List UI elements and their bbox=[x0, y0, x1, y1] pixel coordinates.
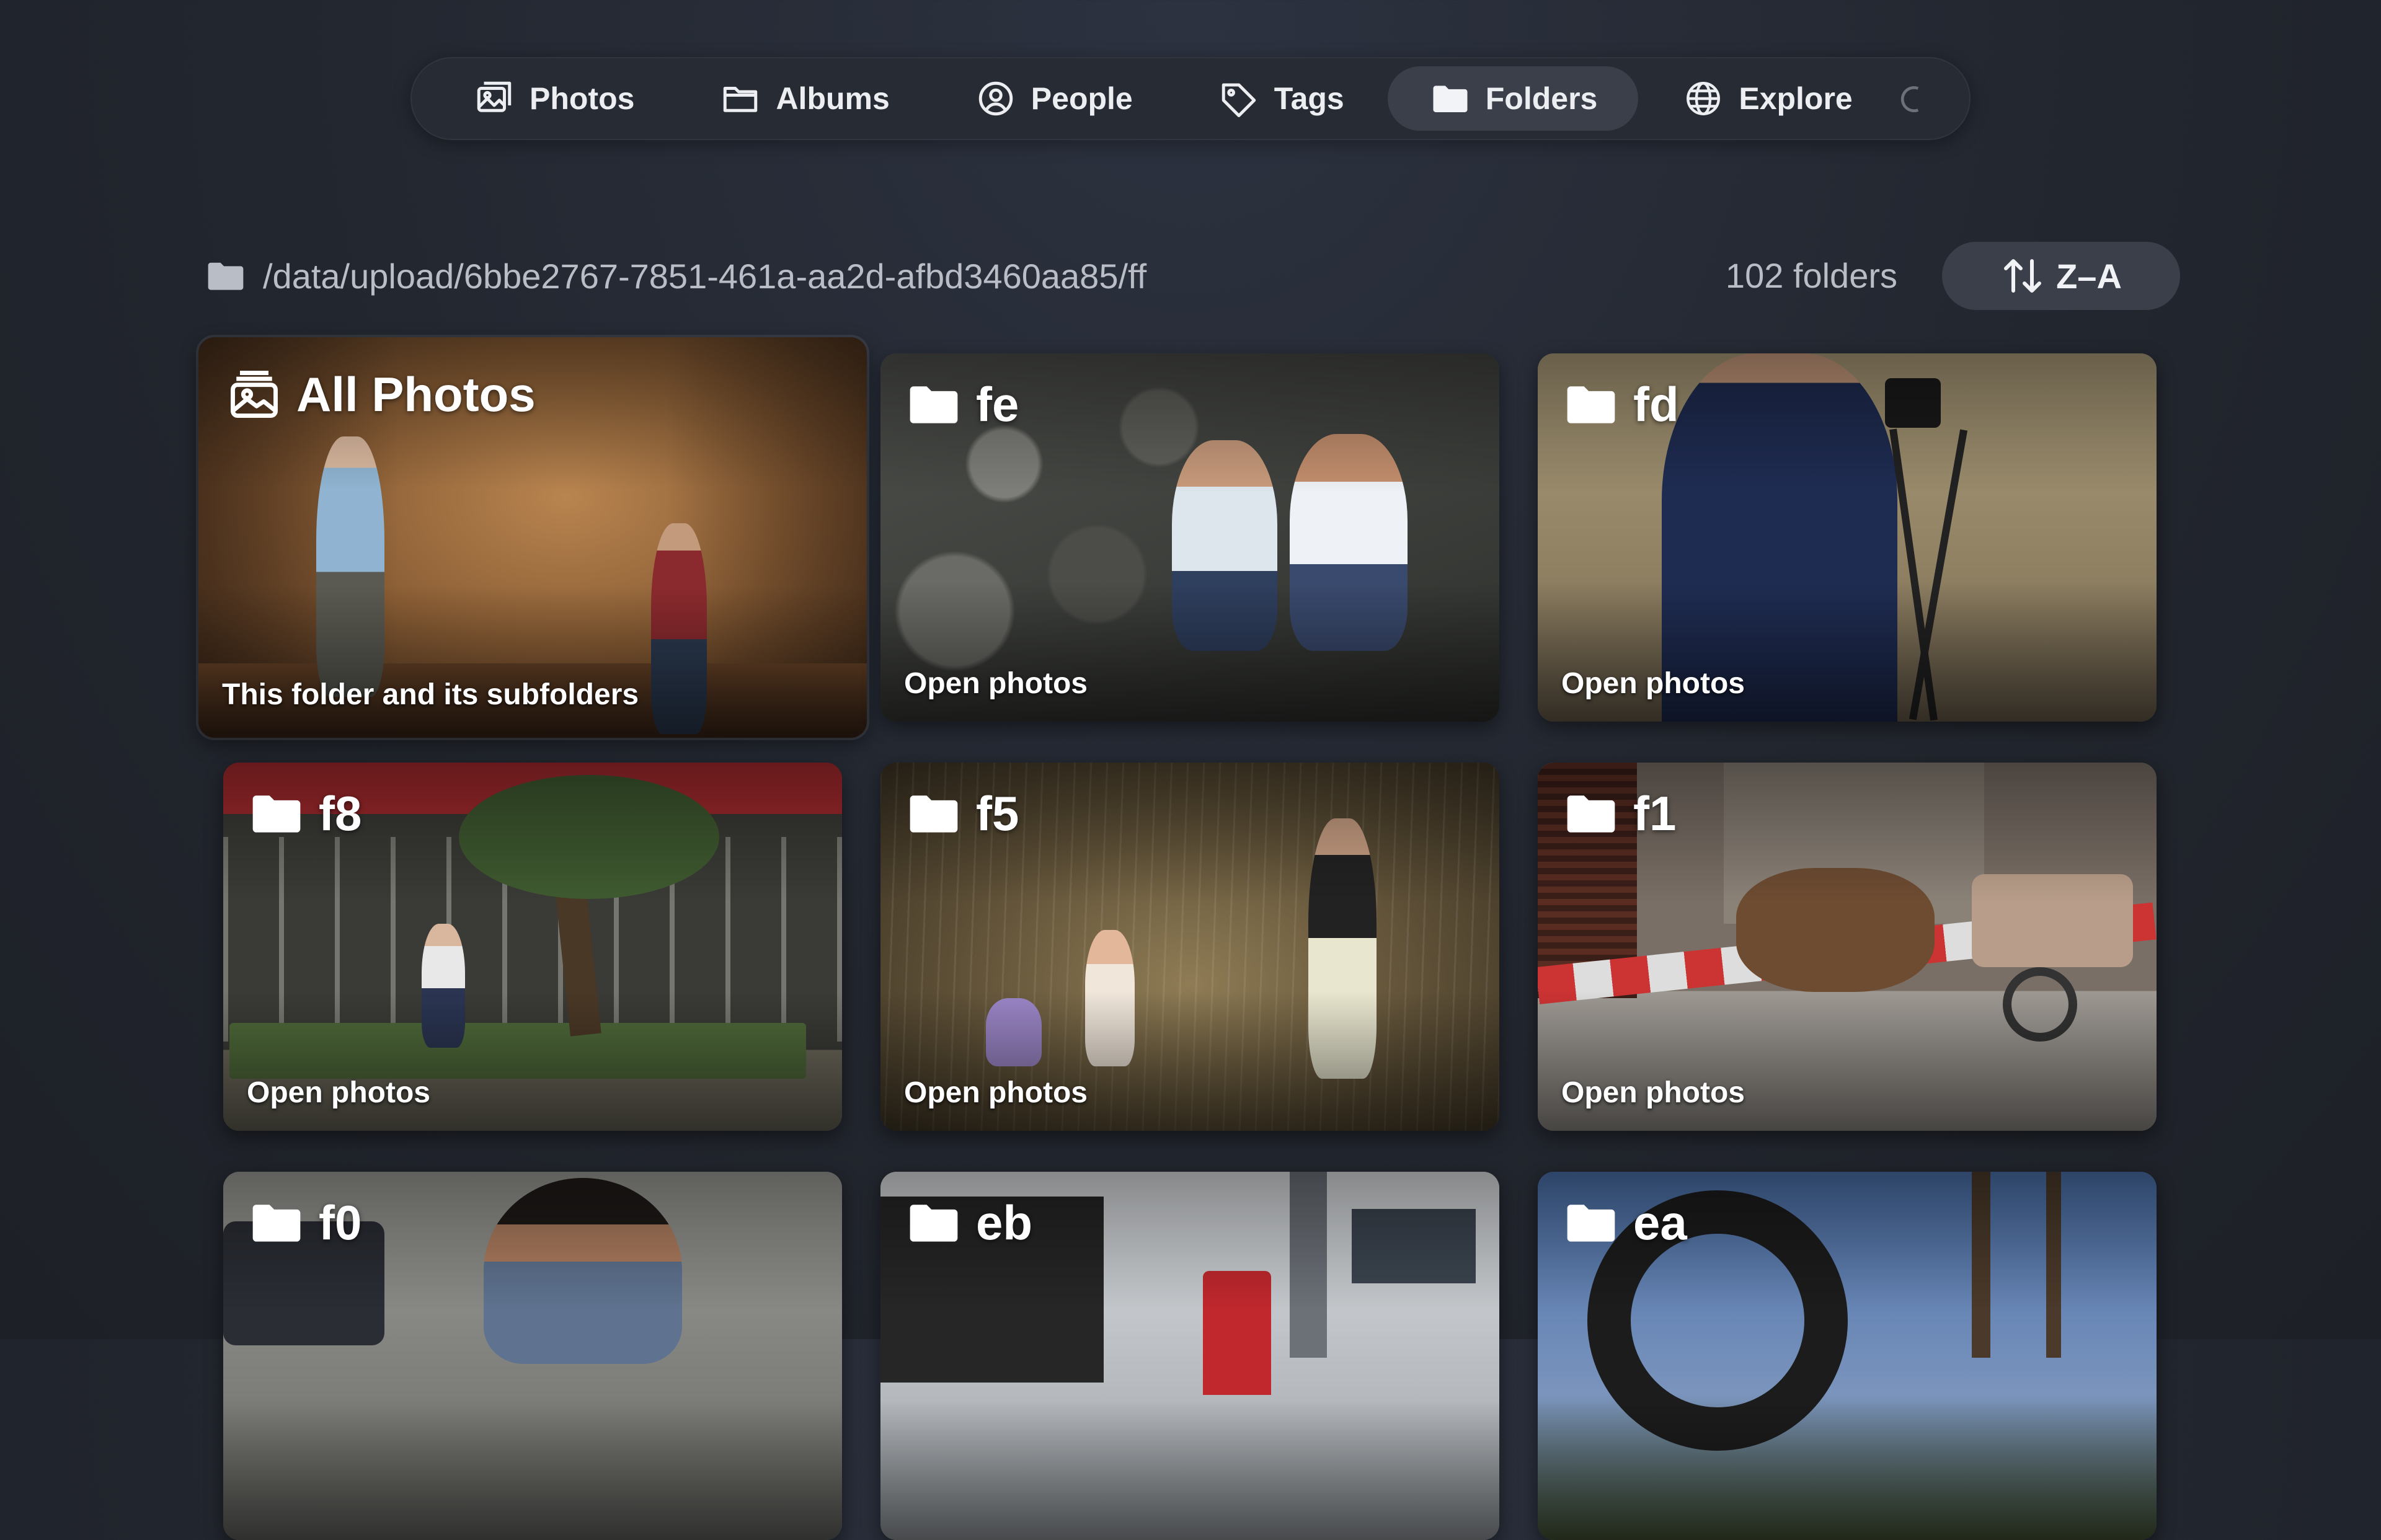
folder-name: eb bbox=[976, 1195, 1033, 1250]
folder-card[interactable]: eb bbox=[880, 1172, 1499, 1540]
open-photos-link[interactable]: Open photos bbox=[247, 1076, 430, 1110]
nav-photos-label: Photos bbox=[530, 81, 635, 116]
folder-count: 102 folders bbox=[1725, 256, 1897, 295]
all-photos-subtitle: This folder and its subfolders bbox=[222, 678, 639, 711]
all-photos-title: All Photos bbox=[226, 366, 536, 423]
folder-icon bbox=[1563, 1194, 1620, 1251]
folder-card[interactable]: fe Open photos bbox=[880, 353, 1499, 722]
folder-title: eb bbox=[905, 1194, 1032, 1251]
photos-icon bbox=[472, 77, 516, 120]
folder-icon bbox=[248, 1194, 305, 1251]
folder-name: fd bbox=[1633, 376, 1679, 431]
folder-name: f0 bbox=[319, 1195, 362, 1250]
photo-stack-icon bbox=[226, 366, 283, 423]
folder-title: fd bbox=[1563, 376, 1679, 433]
nav-explore-label: Explore bbox=[1739, 81, 1853, 116]
folder-card[interactable]: ea bbox=[1538, 1172, 2157, 1540]
all-photos-card[interactable]: All Photos This folder and its subfolder… bbox=[196, 335, 869, 740]
loading-spinner-icon bbox=[1895, 82, 1930, 117]
folder-title: ea bbox=[1563, 1194, 1687, 1251]
globe-icon bbox=[1682, 77, 1725, 120]
folder-name: f5 bbox=[976, 785, 1019, 841]
open-photos-link[interactable]: Open photos bbox=[904, 1076, 1088, 1110]
tag-icon bbox=[1217, 77, 1261, 120]
sort-label: Z–A bbox=[2056, 256, 2122, 296]
folder-title: f1 bbox=[1563, 785, 1676, 842]
folder-name: fe bbox=[976, 376, 1019, 431]
folder-icon bbox=[905, 376, 962, 433]
sort-arrows-icon bbox=[2004, 259, 2042, 293]
folder-icon bbox=[905, 1194, 962, 1251]
nav-photos[interactable]: Photos bbox=[460, 66, 675, 131]
folder-title: f8 bbox=[248, 785, 361, 842]
open-photos-link[interactable]: Open photos bbox=[904, 666, 1088, 701]
folder-name: f1 bbox=[1633, 785, 1677, 841]
open-photos-link[interactable]: Open photos bbox=[1561, 666, 1745, 701]
folder-name: ea bbox=[1633, 1195, 1687, 1250]
folder-path: /data/upload/6bbe2767-7851-461a-aa2d-afb… bbox=[263, 256, 1147, 296]
folder-card[interactable]: f8 Open photos bbox=[223, 763, 842, 1131]
top-navigation: Photos Albums People Tags Folders Explor… bbox=[410, 57, 1971, 140]
folder-card[interactable]: f1 Open photos bbox=[1538, 763, 2157, 1131]
open-photos-link[interactable]: Open photos bbox=[1561, 1076, 1745, 1110]
nav-folders-label: Folders bbox=[1485, 81, 1598, 116]
folder-icon bbox=[1563, 785, 1620, 842]
folder-icon bbox=[1429, 77, 1472, 120]
nav-people[interactable]: People bbox=[933, 66, 1174, 131]
albums-icon bbox=[719, 77, 762, 120]
folder-title: f5 bbox=[905, 785, 1019, 842]
nav-albums[interactable]: Albums bbox=[678, 66, 930, 131]
folder-card[interactable]: f0 bbox=[223, 1172, 842, 1540]
folder-icon bbox=[248, 785, 305, 842]
folder-card[interactable]: fd Open photos bbox=[1538, 353, 2157, 722]
folder-name: f8 bbox=[319, 785, 362, 841]
person-circle-icon bbox=[974, 77, 1018, 120]
nav-albums-label: Albums bbox=[776, 81, 890, 116]
folder-title: f0 bbox=[248, 1194, 361, 1251]
nav-explore[interactable]: Explore bbox=[1641, 66, 1893, 131]
folder-icon bbox=[905, 785, 962, 842]
sort-button[interactable]: Z–A bbox=[1942, 242, 2180, 310]
folder-icon bbox=[208, 262, 244, 290]
breadcrumb: /data/upload/6bbe2767-7851-461a-aa2d-afb… bbox=[205, 248, 1146, 304]
nav-tags[interactable]: Tags bbox=[1176, 66, 1385, 131]
nav-people-label: People bbox=[1031, 81, 1133, 116]
folder-icon bbox=[1563, 376, 1620, 433]
folder-card[interactable]: f5 Open photos bbox=[880, 763, 1499, 1131]
all-photos-label: All Photos bbox=[296, 366, 536, 422]
nav-folders[interactable]: Folders bbox=[1387, 66, 1639, 131]
folder-title: fe bbox=[905, 376, 1019, 433]
nav-tags-label: Tags bbox=[1274, 81, 1344, 116]
